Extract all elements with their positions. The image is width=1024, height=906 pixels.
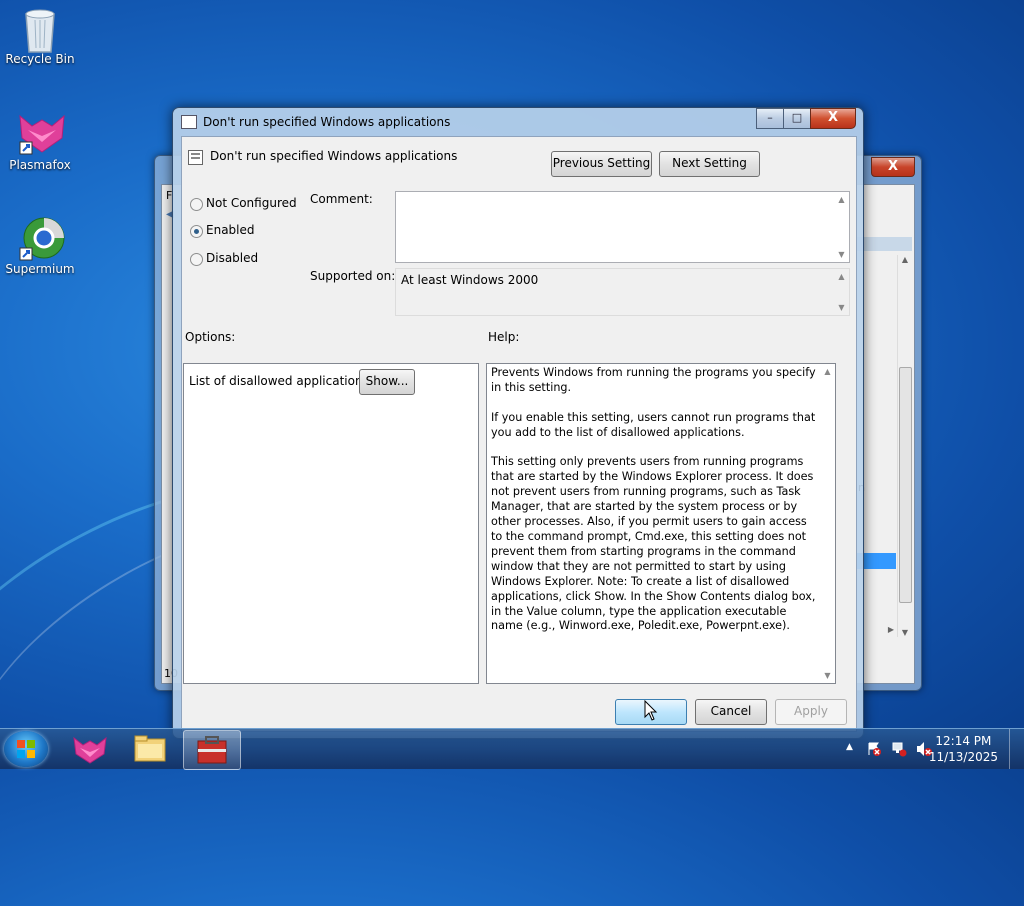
supported-on-value: At least Windows 2000 bbox=[401, 273, 539, 287]
mouse-cursor-icon bbox=[644, 700, 658, 721]
supermium-icon bbox=[18, 216, 65, 261]
policy-icon bbox=[181, 115, 197, 129]
back-scrollbar[interactable]: ▲ ▼ bbox=[897, 255, 912, 637]
scroll-down-icon[interactable]: ▼ bbox=[820, 668, 835, 683]
supported-scrollbar[interactable]: ▲ ▼ bbox=[834, 269, 849, 315]
apply-button[interactable]: Apply bbox=[775, 699, 847, 725]
show-desktop-button[interactable] bbox=[1009, 729, 1024, 769]
back-header-bar bbox=[856, 237, 912, 251]
option-item-label: List of disallowed applications bbox=[189, 374, 369, 388]
previous-setting-button[interactable]: Previous Setting bbox=[551, 151, 652, 177]
taskbar-item-plasmafox[interactable] bbox=[62, 730, 118, 768]
radio-enabled[interactable]: Enabled bbox=[190, 223, 350, 241]
scroll-up-icon[interactable]: ▲ bbox=[820, 364, 835, 379]
plasmafox-icon bbox=[73, 736, 107, 764]
plasmafox-icon bbox=[18, 112, 65, 156]
desktop-icon-label: Recycle Bin bbox=[5, 52, 75, 66]
tray-overflow-icon[interactable]: ▲ bbox=[846, 742, 853, 752]
radio-label: Not Configured bbox=[206, 196, 297, 210]
options-label: Options: bbox=[185, 330, 236, 344]
scroll-up-icon[interactable]: ▲ bbox=[834, 192, 849, 207]
dialog-title: Don't run specified Windows applications bbox=[203, 115, 451, 129]
dialog-body: Don't run specified Windows applications… bbox=[181, 136, 857, 732]
scroll-up-icon[interactable]: ▲ bbox=[898, 255, 912, 264]
help-scrollbar[interactable]: ▲ ▼ bbox=[820, 364, 835, 683]
action-center-icon[interactable] bbox=[866, 741, 882, 757]
radio-indicator bbox=[190, 225, 203, 238]
next-setting-button[interactable]: Next Setting bbox=[659, 151, 760, 177]
scroll-thumb[interactable] bbox=[899, 367, 912, 603]
group-policy-icon bbox=[197, 736, 227, 764]
policy-setting-dialog[interactable]: Don't run specified Windows applications… bbox=[172, 107, 864, 739]
desktop-icon-recycle-bin[interactable]: Recycle Bin bbox=[0, 6, 80, 66]
desktop-icon-label: Supermium bbox=[5, 262, 75, 276]
close-button[interactable]: X bbox=[810, 108, 856, 129]
minimize-button[interactable]: – bbox=[756, 108, 784, 129]
scroll-up-icon[interactable]: ▲ bbox=[834, 269, 849, 284]
supported-on-field: At least Windows 2000 ▲ ▼ bbox=[395, 268, 850, 316]
folder-icon bbox=[134, 735, 166, 762]
taskbar-item-explorer[interactable] bbox=[122, 730, 178, 768]
radio-indicator bbox=[190, 253, 203, 266]
desktop-icon-label: Plasmafox bbox=[9, 158, 71, 172]
radio-label: Enabled bbox=[206, 223, 255, 237]
taskbar-item-group-policy[interactable] bbox=[183, 730, 241, 770]
start-button[interactable] bbox=[4, 731, 48, 767]
close-icon[interactable]: X bbox=[871, 157, 915, 177]
clock-time: 12:14 PM bbox=[935, 734, 992, 748]
comment-scrollbar[interactable]: ▲ ▼ bbox=[834, 192, 849, 262]
scroll-down-icon[interactable]: ▼ bbox=[834, 247, 849, 262]
taskbar: ▲ 12:14 PM 11/13/2025 bbox=[0, 728, 1024, 770]
radio-disabled[interactable]: Disabled bbox=[190, 251, 350, 269]
maximize-button[interactable]: □ bbox=[783, 108, 811, 129]
radio-indicator bbox=[190, 198, 203, 211]
options-panel: List of disallowed applications Show... bbox=[183, 363, 479, 684]
show-button[interactable]: Show... bbox=[359, 369, 415, 395]
clock-date: 11/13/2025 bbox=[928, 750, 998, 764]
cancel-button[interactable]: Cancel bbox=[695, 699, 767, 725]
scroll-down-icon[interactable]: ▼ bbox=[834, 300, 849, 315]
help-label: Help: bbox=[488, 330, 520, 344]
supported-on-label: Supported on: bbox=[310, 269, 396, 283]
desktop-icon-plasmafox[interactable]: Plasmafox bbox=[0, 112, 80, 172]
setting-icon bbox=[188, 150, 203, 165]
help-text: Prevents Windows from running the progra… bbox=[491, 366, 816, 633]
radio-label: Disabled bbox=[206, 251, 259, 265]
windows-logo-icon bbox=[17, 740, 35, 758]
clock[interactable]: 12:14 PM 11/13/2025 bbox=[929, 733, 998, 765]
help-panel: Prevents Windows from running the progra… bbox=[486, 363, 836, 684]
scroll-down-icon[interactable]: ▼ bbox=[898, 628, 912, 637]
network-icon[interactable] bbox=[891, 741, 907, 757]
recycle-bin-icon bbox=[18, 6, 62, 53]
setting-header-title: Don't run specified Windows applications bbox=[210, 149, 458, 163]
desktop-icon-supermium[interactable]: Supermium bbox=[0, 216, 80, 276]
comment-label: Comment: bbox=[310, 192, 373, 206]
comment-field[interactable]: ▲ ▼ bbox=[395, 191, 850, 263]
